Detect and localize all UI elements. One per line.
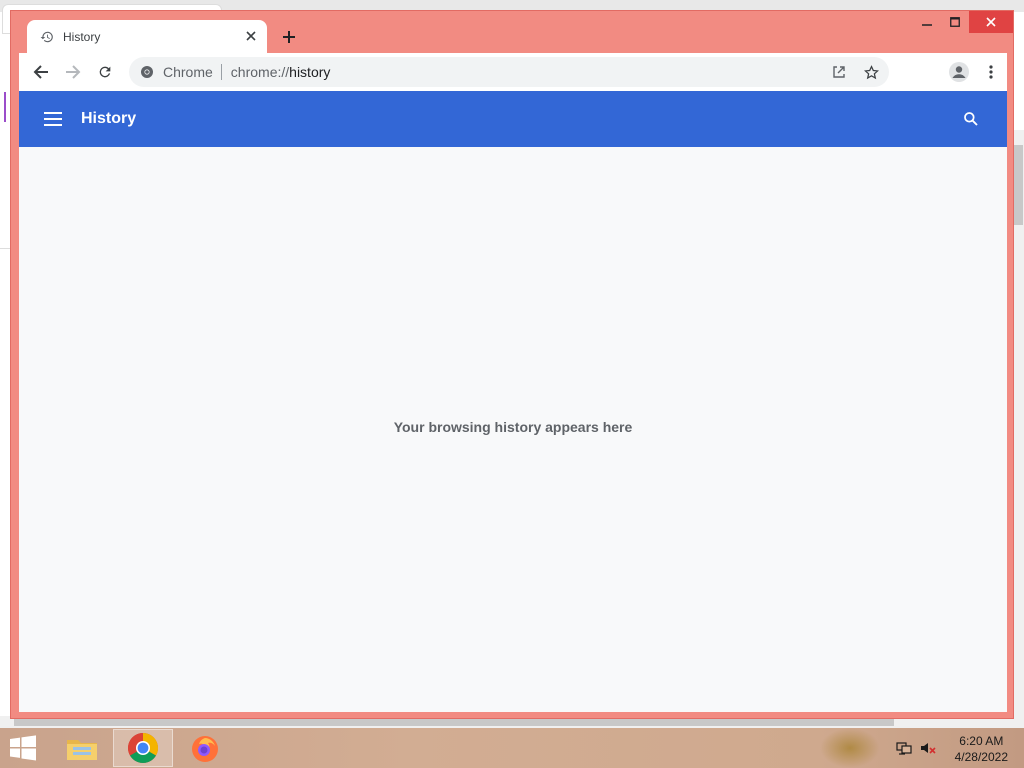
search-history-button[interactable] <box>959 107 983 131</box>
tab-strip: History <box>11 11 1013 53</box>
taskbar-firefox[interactable] <box>175 729 235 767</box>
browser-toolbar: Chrome chrome://history <box>19 53 1007 91</box>
star-icon <box>863 64 879 79</box>
folder-icon <box>67 740 97 760</box>
firefox-logo-icon <box>192 736 218 762</box>
chrome-logo-icon <box>127 733 159 764</box>
profile-button[interactable] <box>943 56 975 88</box>
back-button[interactable] <box>25 56 57 88</box>
windows-logo-icon <box>10 735 36 761</box>
start-button[interactable] <box>6 735 40 761</box>
network-icon[interactable] <box>896 740 912 761</box>
minimize-button[interactable] <box>913 11 941 33</box>
reload-button[interactable] <box>89 56 121 88</box>
maximize-button[interactable] <box>941 11 969 33</box>
page-title: History <box>81 110 137 127</box>
volume-muted-icon[interactable] <box>920 740 936 761</box>
chrome-site-icon <box>139 64 155 80</box>
clock-date: 4/28/2022 <box>954 750 1008 764</box>
url-text: chrome://history <box>231 64 331 80</box>
search-icon <box>964 112 978 126</box>
share-icon <box>833 66 845 78</box>
close-window-button[interactable] <box>969 11 1013 33</box>
new-tab-button[interactable] <box>277 25 301 49</box>
taskbar-file-explorer[interactable] <box>52 729 112 767</box>
arrow-left-icon <box>33 65 48 79</box>
taskbar-chrome[interactable] <box>113 729 173 767</box>
more-vert-icon <box>989 65 993 79</box>
tab-history[interactable]: History <box>27 20 267 53</box>
toolbar-right <box>943 56 1007 88</box>
system-clock[interactable]: 6:20 AM 4/28/2022 <box>955 733 1008 765</box>
history-page: History Your browsing history appears he… <box>19 91 1007 712</box>
hamburger-menu-button[interactable] <box>41 107 65 131</box>
address-bar[interactable]: Chrome chrome://history <box>129 57 889 87</box>
bookmark-button[interactable] <box>859 60 883 84</box>
background-hscroll-thumb[interactable] <box>14 718 894 726</box>
taskbar-glow <box>820 728 880 768</box>
chrome-window: History Chrome chrome://history History … <box>10 10 1014 719</box>
tab-title: History <box>63 29 101 44</box>
close-tab-icon[interactable] <box>243 28 259 44</box>
clock-time: 6:20 AM <box>959 734 1004 748</box>
arrow-right-icon <box>66 65 81 79</box>
history-icon <box>39 29 55 45</box>
avatar-icon <box>949 62 969 82</box>
system-tray <box>896 740 936 761</box>
history-toolbar: History <box>19 91 1007 147</box>
background-scroll-thumb[interactable] <box>1013 145 1023 225</box>
menu-button[interactable] <box>975 56 1007 88</box>
window-controls <box>913 11 1013 33</box>
share-button[interactable] <box>827 60 851 84</box>
chip-separator <box>220 64 222 80</box>
reload-icon <box>99 66 111 78</box>
url-host: history <box>289 64 331 80</box>
omnibox-actions <box>827 57 883 87</box>
forward-button[interactable] <box>57 56 89 88</box>
background-accent <box>4 92 6 122</box>
taskbar: 6:20 AM 4/28/2022 <box>0 728 1024 768</box>
url-scheme: chrome:// <box>230 64 290 80</box>
empty-history-message: Your browsing history appears here <box>393 419 633 435</box>
site-chip-label: Chrome <box>163 64 213 80</box>
menu-icon <box>44 112 62 126</box>
